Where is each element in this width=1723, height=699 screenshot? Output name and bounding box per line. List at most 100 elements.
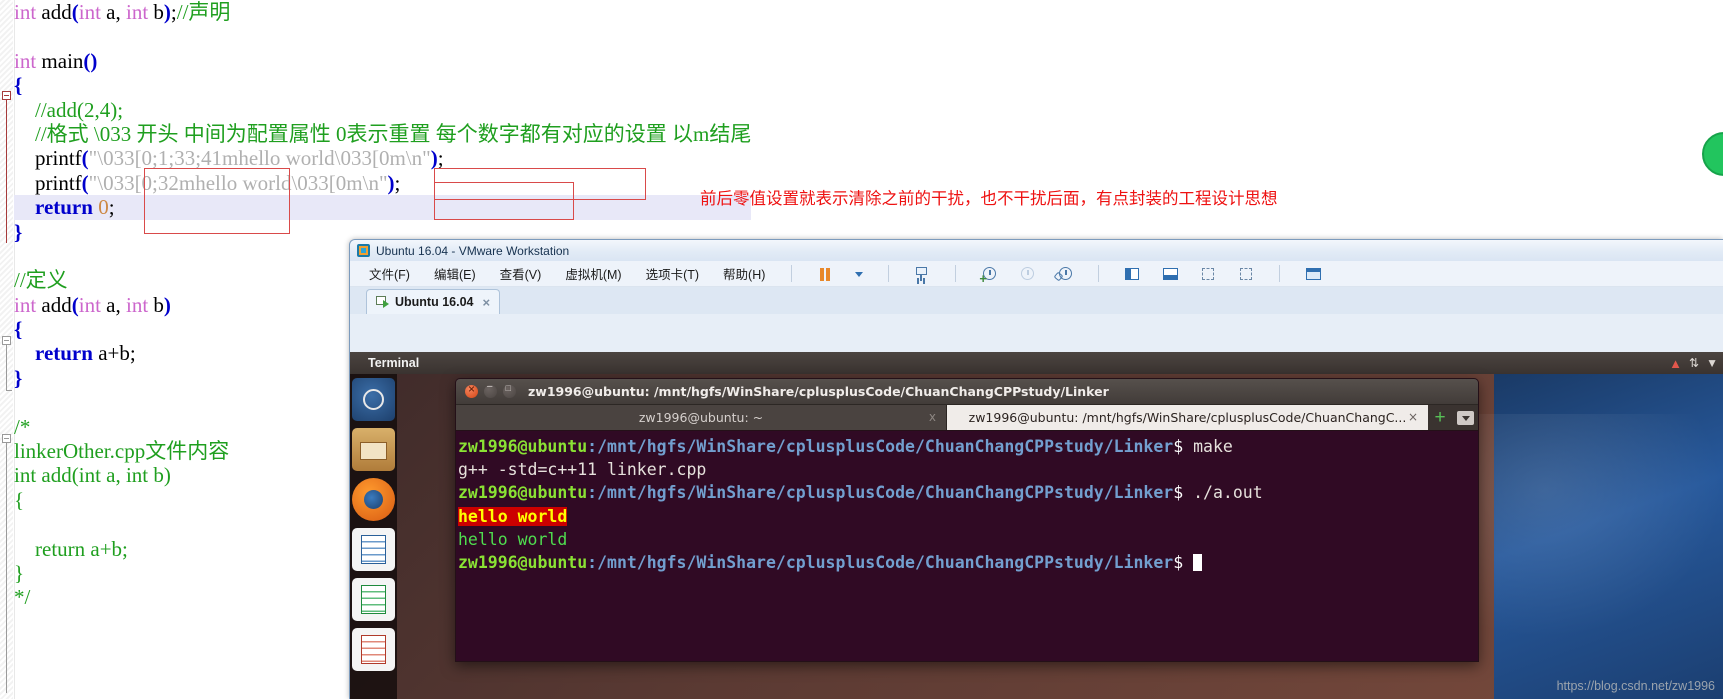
code-token: linkerOther.cpp文件内容 xyxy=(14,439,230,464)
vm-tab-ubuntu[interactable]: Ubuntu 16.04 × xyxy=(366,289,501,314)
code-token: return xyxy=(35,195,99,220)
code-token: ; xyxy=(108,195,115,220)
send-ctrl-alt-del-icon[interactable] xyxy=(912,265,932,283)
code-line: printf("\033[0;1;33;41mhello world\033[0… xyxy=(14,146,751,170)
menu-edit[interactable]: 编辑(E) xyxy=(431,262,479,285)
ubuntu-panel-app-title: Terminal xyxy=(368,356,420,370)
terminal-window-title: zw1996@ubuntu: /mnt/hgfs/WinShare/cplusp… xyxy=(528,384,1109,399)
files-icon[interactable] xyxy=(352,428,395,471)
ubuntu-indicator-area: ▲ ⇅ ▼ xyxy=(1669,352,1718,374)
terminal-line: zw1996@ubuntu:/mnt/hgfs/WinShare/cpluspl… xyxy=(458,481,1478,504)
unity-launcher xyxy=(350,374,397,699)
code-token: int xyxy=(14,292,42,317)
code-token: return a+b; xyxy=(14,536,128,561)
show-sidebar-icon[interactable] xyxy=(1122,265,1142,283)
ubuntu-dash-icon[interactable] xyxy=(352,378,395,421)
manage-snapshots-icon[interactable] xyxy=(1053,265,1075,283)
dropdown-caret-icon[interactable] xyxy=(853,265,865,283)
code-token: ( xyxy=(71,292,79,317)
code-token: //add(2,4); xyxy=(35,97,124,122)
full-screen-icon[interactable] xyxy=(1160,265,1180,283)
menu-tabs[interactable]: 选项卡(T) xyxy=(643,262,702,285)
vmware-menubar: 文件(F) 编辑(E) 查看(V) 虚拟机(M) 选项卡(T) 帮助(H) + xyxy=(350,261,1723,287)
menu-view[interactable]: 查看(V) xyxy=(497,262,545,285)
terminal-menu-button[interactable] xyxy=(1452,405,1478,430)
terminal-maximize-icon[interactable] xyxy=(503,383,516,398)
warning-indicator-icon[interactable]: ▲ xyxy=(1669,356,1682,371)
calc-icon[interactable] xyxy=(352,578,395,621)
code-token: main xyxy=(41,48,84,73)
terminal-tab-home-close-icon[interactable]: x xyxy=(929,410,936,424)
code-token: } xyxy=(14,560,25,585)
code-token: { xyxy=(14,317,23,342)
code-line: //add(2,4); xyxy=(14,98,751,122)
firefox-icon[interactable] xyxy=(352,478,395,521)
code-line: { xyxy=(14,73,751,97)
desktop-wallpaper xyxy=(1454,374,1723,699)
vm-tab-close-icon[interactable]: × xyxy=(483,295,491,310)
pause-icon[interactable] xyxy=(815,265,835,283)
terminal-command xyxy=(1183,553,1193,572)
revert-snapshot-icon xyxy=(1017,265,1037,283)
terminal-tab-home-label: zw1996@ubuntu: ~ xyxy=(638,410,764,425)
fold-gutter xyxy=(0,0,15,699)
terminal-output-text: g++ -std=c++11 linker.cpp xyxy=(458,460,707,480)
fold-marker-main[interactable] xyxy=(2,91,11,100)
terminal-prompt-symbol: $ xyxy=(1173,437,1184,456)
toolbar-divider-3 xyxy=(955,265,957,282)
code-token: //声明 xyxy=(176,0,231,24)
impress-icon[interactable] xyxy=(352,628,395,671)
code-token: ) xyxy=(163,0,171,24)
unity-mode-icon[interactable] xyxy=(1236,265,1256,283)
terminal-output[interactable]: zw1996@ubuntu:/mnt/hgfs/WinShare/cpluspl… xyxy=(456,431,1478,661)
code-token: ; xyxy=(437,146,444,171)
terminal-close-icon[interactable] xyxy=(465,382,478,398)
code-line: int add(int a, int b);//声明 xyxy=(14,0,751,24)
fold-marker-block-comment[interactable] xyxy=(2,434,11,443)
new-terminal-tab-button[interactable]: + xyxy=(1428,405,1452,430)
terminal-window: zw1996@ubuntu: /mnt/hgfs/WinShare/cplusp… xyxy=(455,378,1479,662)
terminal-line: g++ -std=c++11 linker.cpp xyxy=(458,458,1478,481)
library-icon[interactable] xyxy=(1303,265,1323,283)
code-token: printf xyxy=(14,170,82,195)
terminal-tab-linker-close-icon[interactable]: × xyxy=(1408,410,1418,424)
guest-os-screen: Terminal ▲ ⇅ ▼ × − □ zw1996@ubuntu: /mnt… xyxy=(350,352,1723,699)
menu-vm[interactable]: 虚拟机(M) xyxy=(562,262,624,285)
fold-line-block-comment xyxy=(6,443,7,693)
terminal-minimize-icon[interactable] xyxy=(484,381,497,398)
ubuntu-top-panel: Terminal ▲ ⇅ ▼ xyxy=(350,352,1723,374)
code-token: int xyxy=(126,0,154,24)
fold-foot-add xyxy=(6,390,12,391)
terminal-prompt-symbol: $ xyxy=(1173,483,1184,503)
code-token: add xyxy=(41,0,72,24)
code-line: return 0; xyxy=(14,195,752,220)
take-snapshot-icon[interactable]: + xyxy=(979,265,999,285)
menu-file[interactable]: 文件(F) xyxy=(366,262,413,285)
code-line: printf("\033[0;32mhello world\033[0m\n")… xyxy=(14,171,751,195)
stretch-guest-icon[interactable] xyxy=(1198,265,1218,283)
code-line: int main() xyxy=(14,49,751,73)
toolbar-divider-1 xyxy=(791,265,793,282)
code-token: int xyxy=(14,0,42,24)
terminal-tab-home[interactable]: zw1996@ubuntu: ~ x xyxy=(456,405,947,430)
writer-icon[interactable] xyxy=(352,528,395,571)
terminal-output-text: hello world xyxy=(458,506,568,526)
volume-indicator-icon[interactable]: ▼ xyxy=(1706,356,1718,370)
network-indicator-icon[interactable]: ⇅ xyxy=(1689,356,1699,370)
terminal-prompt-user: zw1996@ubuntu xyxy=(458,553,588,573)
code-token: */ xyxy=(14,585,31,610)
fold-marker-add[interactable] xyxy=(2,336,11,345)
menu-help[interactable]: 帮助(H) xyxy=(720,262,768,285)
code-token: add xyxy=(41,292,72,317)
terminal-menu-icon xyxy=(1456,410,1474,425)
vmware-app-icon xyxy=(357,244,370,257)
toolbar-divider-4 xyxy=(1098,265,1100,282)
code-token: ; xyxy=(394,170,401,195)
vm-powered-on-icon xyxy=(376,296,389,308)
watermark: https://blog.csdn.net/zw1996 xyxy=(1556,679,1715,693)
terminal-tab-linker[interactable]: zw1996@ubuntu: /mnt/hgfs/WinShare/cplusp… xyxy=(947,405,1428,430)
terminal-line: hello world xyxy=(458,505,1478,528)
